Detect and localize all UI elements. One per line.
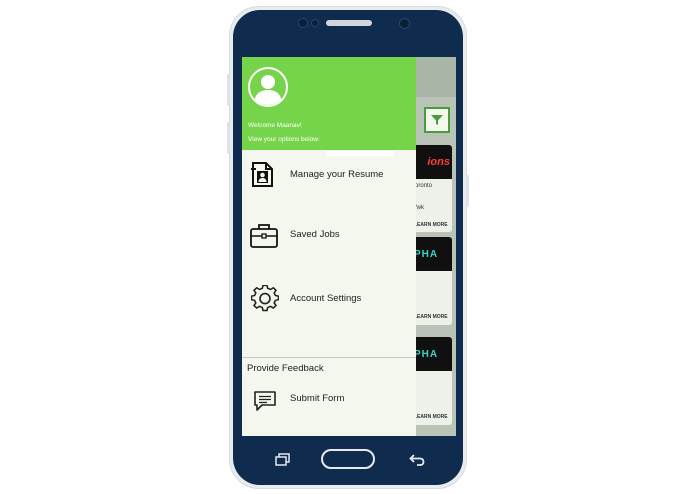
power-button <box>466 175 469 207</box>
volume-button-lower <box>227 122 230 154</box>
front-camera <box>298 18 308 28</box>
menu-item-account-settings[interactable]: Account Settings <box>242 279 416 319</box>
job-card[interactable]: PHA LEARN MORE <box>412 237 452 325</box>
home-button[interactable] <box>321 449 375 469</box>
avatar[interactable] <box>248 67 288 107</box>
menu-item-label: Submit Form <box>290 393 345 404</box>
menu-item-label: Saved Jobs <box>290 229 340 240</box>
briefcase-icon <box>250 224 278 248</box>
recent-apps-icon[interactable] <box>275 453 291 466</box>
menu-item-submit-form[interactable]: Submit Form <box>242 385 416 415</box>
company-logo: ions <box>412 145 452 179</box>
job-location: oronto <box>415 183 433 189</box>
volume-button <box>227 74 230 106</box>
learn-more-link[interactable]: LEARN MORE <box>414 414 448 420</box>
menu-item-saved-jobs[interactable]: Saved Jobs <box>242 215 416 255</box>
speaker-grille <box>326 20 372 26</box>
sensor-dot <box>311 19 319 27</box>
company-logo: PHA <box>412 237 452 271</box>
options-subtitle: View your options below: <box>248 136 320 143</box>
navigation-drawer: Welcome Maanav! View your options below:… <box>242 57 416 436</box>
gear-icon <box>251 285 279 312</box>
section-divider <box>242 357 416 358</box>
menu-item-label: Manage your Resume <box>290 169 384 180</box>
proximity-sensor <box>399 18 410 29</box>
learn-more-link[interactable]: LEARN MORE <box>414 222 448 228</box>
job-card[interactable]: PHA LEARN MORE <box>412 337 452 425</box>
feedback-section-title: Provide Feedback <box>247 363 324 374</box>
welcome-text: Welcome Maanav! <box>248 122 302 129</box>
filter-button[interactable] <box>424 107 450 133</box>
user-silhouette-icon <box>254 75 282 105</box>
learn-more-link[interactable]: LEARN MORE <box>414 314 448 320</box>
menu-item-manage-resume[interactable]: Manage your Resume <box>242 155 416 195</box>
back-icon[interactable] <box>409 453 425 466</box>
phone-screen: ions oronto /wk LEARN MORE PHA LEARN MOR… <box>242 57 456 436</box>
company-logo: PHA <box>412 337 452 371</box>
chat-icon <box>254 391 276 411</box>
filter-icon <box>431 115 443 125</box>
job-card[interactable]: ions oronto /wk LEARN MORE <box>412 145 452 232</box>
job-pay: /wk <box>415 205 424 211</box>
drawer-header: Welcome Maanav! View your options below: <box>242 57 416 150</box>
resume-icon <box>251 162 273 187</box>
menu-item-label: Account Settings <box>290 293 362 304</box>
